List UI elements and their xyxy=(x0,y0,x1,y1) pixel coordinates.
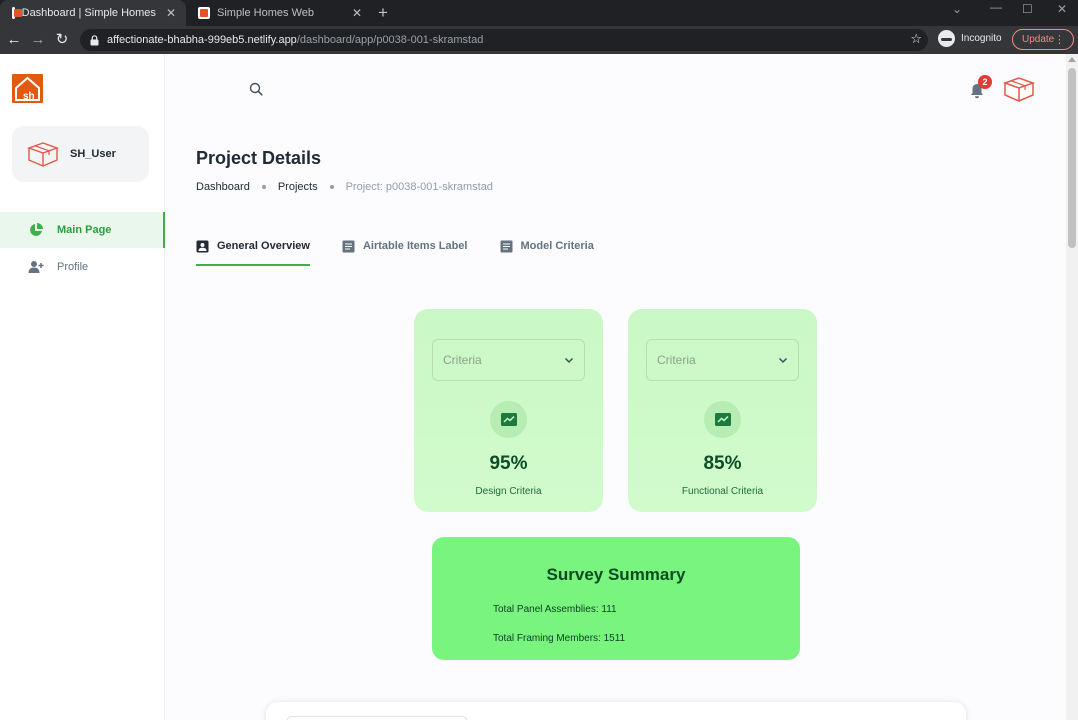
survey-row-value: 1511 xyxy=(603,633,626,644)
criteria-select-placeholder: Criteria xyxy=(657,353,696,367)
notification-badge: 2 xyxy=(978,75,992,89)
account-menu-icon[interactable] xyxy=(1002,74,1036,104)
page-title: Project Details xyxy=(196,148,322,168)
survey-summary-card: Survey Summary Total Panel Assemblies: 1… xyxy=(432,537,800,660)
breadcrumb-separator xyxy=(261,185,266,189)
tab-label: Model Criteria xyxy=(520,240,594,252)
sidebar-item-label: Profile xyxy=(57,261,89,273)
address-bar[interactable]: affectionate-bhabha-999eb5.netlify.app /… xyxy=(80,29,928,51)
criteria-percent: 95% xyxy=(489,453,528,474)
survey-row-label: Total Framing Members: xyxy=(493,633,601,644)
breadcrumb-current: Project: p0038-001-skramstad xyxy=(345,181,493,193)
criteria-select[interactable]: Criteria xyxy=(646,339,799,381)
design-criteria-card: Criteria 95% Design Criteria xyxy=(414,309,603,512)
account-card[interactable]: SH_User xyxy=(12,126,149,182)
sidebar-item-label: Main Page xyxy=(57,224,112,236)
tab-model-criteria[interactable]: Model Criteria xyxy=(500,230,594,266)
page-scrollbar[interactable] xyxy=(1066,54,1078,720)
browser-tab-web[interactable]: Simple Homes Web ✕ xyxy=(186,0,372,26)
window-close-icon[interactable]: ✕ xyxy=(1057,2,1067,16)
bottom-panel-card xyxy=(266,702,966,720)
app: sh SH_User Main Page Profile 2 Project D… xyxy=(0,54,1078,720)
contact-card-icon xyxy=(196,240,209,253)
new-tab-icon[interactable]: + xyxy=(378,3,388,23)
close-icon[interactable]: ✕ xyxy=(352,6,362,20)
survey-row-value: 111 xyxy=(601,604,617,615)
sidebar-item-main-page[interactable]: Main Page xyxy=(0,212,165,248)
trending-icon-circle xyxy=(704,401,741,438)
criteria-select[interactable]: Criteria xyxy=(432,339,585,381)
box-avatar-icon xyxy=(26,142,60,168)
criteria-percent: 85% xyxy=(703,453,742,474)
functional-criteria-card: Criteria 85% Functional Criteria xyxy=(628,309,817,512)
scrollbar-thumb[interactable] xyxy=(1068,68,1076,248)
maximize-icon[interactable]: ☐ xyxy=(1022,2,1033,16)
chevron-down-icon xyxy=(564,357,574,364)
incognito-label: Incognito xyxy=(961,33,1002,44)
trending-icon-circle xyxy=(490,401,527,438)
bottom-panel-field[interactable] xyxy=(286,716,468,720)
tab-search-icon[interactable]: ⌄ xyxy=(952,2,962,16)
more-icon[interactable]: ⋮ xyxy=(1054,33,1065,46)
forward-icon[interactable]: → xyxy=(28,30,48,50)
svg-text:sh: sh xyxy=(23,91,35,102)
incognito-indicator[interactable]: Incognito xyxy=(938,30,1002,47)
user-add-icon xyxy=(28,261,44,273)
scroll-up-arrow-icon[interactable] xyxy=(1068,57,1076,62)
criteria-label: Functional Criteria xyxy=(681,486,764,497)
account-name: SH_User xyxy=(70,148,116,160)
breadcrumb-projects[interactable]: Projects xyxy=(278,181,318,193)
tab-general-overview[interactable]: General Overview xyxy=(196,230,310,266)
browser-toolbar: ← → ↻ affectionate-bhabha-999eb5.netlify… xyxy=(0,26,1078,54)
sidebar: sh SH_User Main Page Profile xyxy=(0,54,165,720)
minimize-icon[interactable]: — xyxy=(990,0,1002,14)
update-label: Update xyxy=(1022,34,1055,45)
breadcrumb-dashboard[interactable]: Dashboard xyxy=(196,181,250,193)
tab-airtable-items-label[interactable]: Airtable Items Label xyxy=(342,230,468,266)
survey-row-panel-assemblies: Total Panel Assemblies: 111 xyxy=(493,604,617,615)
criteria-label: Design Criteria xyxy=(475,486,542,497)
url-path: /dashboard/app/p0038-001-skramstad xyxy=(296,34,484,46)
search-icon[interactable] xyxy=(249,82,263,96)
house-logo-icon: sh xyxy=(15,76,40,102)
favicon-icon xyxy=(12,7,21,19)
reload-icon[interactable]: ↻ xyxy=(52,30,72,50)
survey-row-label: Total Panel Assemblies: xyxy=(493,604,599,615)
browser-tab-title: Dashboard | Simple Homes xyxy=(21,7,156,19)
incognito-icon xyxy=(938,30,955,47)
main-content: 2 Project Details Dashboard Projects Pro… xyxy=(166,54,1066,720)
close-icon[interactable]: ✕ xyxy=(166,6,176,20)
favicon-icon xyxy=(198,7,210,19)
document-icon xyxy=(500,240,512,253)
browser-tab-dashboard[interactable]: Dashboard | Simple Homes ✕ xyxy=(0,0,186,26)
survey-row-framing-members: Total Framing Members: 1511 xyxy=(493,633,625,644)
survey-title: Survey Summary xyxy=(546,565,686,584)
tab-label: Airtable Items Label xyxy=(362,240,468,252)
pie-chart-icon xyxy=(30,223,43,236)
browser-tab-title: Simple Homes Web xyxy=(217,7,314,19)
project-tabs: General Overview Airtable Items Label Mo… xyxy=(196,230,626,266)
trending-chart-icon xyxy=(500,413,517,426)
update-button[interactable]: Update ⋮ xyxy=(1012,29,1074,50)
sidebar-item-profile[interactable]: Profile xyxy=(0,249,165,285)
simple-homes-logo[interactable]: sh xyxy=(12,74,43,103)
chevron-down-icon xyxy=(778,357,788,364)
tab-label: General Overview xyxy=(217,240,310,252)
criteria-select-placeholder: Criteria xyxy=(443,353,482,367)
document-icon xyxy=(342,240,355,253)
url-host: affectionate-bhabha-999eb5.netlify.app xyxy=(107,34,297,46)
lock-icon xyxy=(90,34,99,45)
trending-chart-icon xyxy=(714,413,731,426)
breadcrumb-separator xyxy=(329,185,334,189)
breadcrumb: Dashboard Projects Project: p0038-001-sk… xyxy=(196,181,493,193)
browser-tab-strip: Dashboard | Simple Homes ✕ Simple Homes … xyxy=(0,0,1078,26)
bookmark-star-icon[interactable]: ☆ xyxy=(910,31,922,47)
back-icon[interactable]: ← xyxy=(4,30,24,50)
